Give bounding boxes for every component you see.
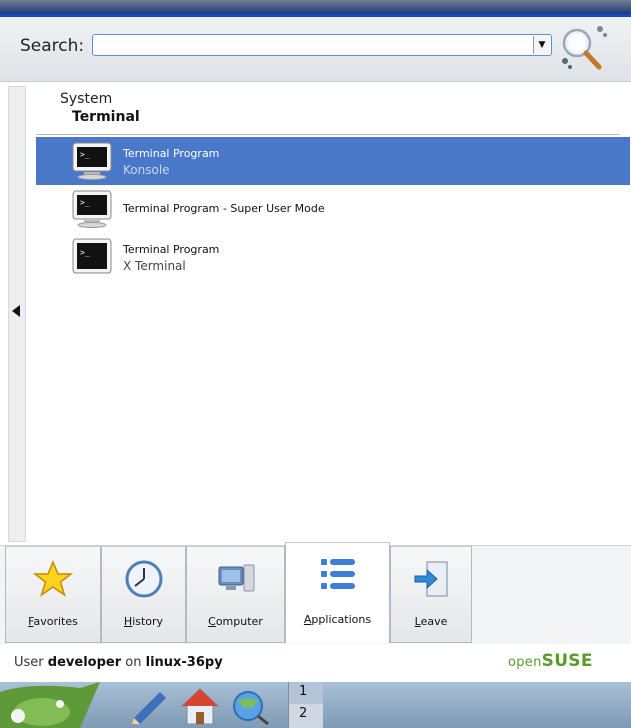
user-status: User developer on linux-36py	[14, 655, 223, 670]
search-input[interactable]	[97, 36, 531, 57]
tab-applications[interactable]: Applications	[285, 542, 390, 643]
list-icon	[320, 559, 355, 589]
magnifier-icon	[562, 26, 607, 70]
status-host: linux-36py	[145, 655, 223, 670]
tab-label: Favorites	[28, 615, 78, 628]
edit-icon[interactable]	[130, 688, 170, 724]
back-button[interactable]	[8, 86, 26, 542]
status-user: developer	[47, 655, 122, 670]
item-sub: Konsole	[123, 163, 170, 177]
tab-favorites[interactable]: Favorites	[5, 546, 101, 643]
terminal-icon: >_	[72, 190, 112, 228]
taskbar: 1 2	[0, 682, 631, 728]
clock-icon	[125, 560, 162, 598]
search-header: Search: ▼	[0, 17, 631, 82]
svg-text:>_: >_	[80, 198, 90, 207]
brand-suse: SUSE	[541, 651, 593, 671]
pager-desktop-1[interactable]: 1	[289, 682, 323, 704]
terminal-icon: >_	[72, 142, 112, 180]
desktop-pager: 1 2	[288, 682, 323, 728]
tab-bar: Favorites History Computer Applications	[0, 542, 631, 644]
chevron-down-icon: ▼	[538, 40, 546, 50]
svg-text:>_: >_	[80, 150, 90, 159]
pager-desktop-2[interactable]: 2	[289, 704, 323, 726]
search-history-dropdown-button[interactable]: ▼	[533, 36, 550, 54]
suse-menu-icon[interactable]	[0, 682, 110, 728]
terminal-icon: >_	[72, 238, 112, 274]
list-item-su-terminal[interactable]: >_ Terminal Program - Super User Mode	[36, 185, 630, 233]
item-sub: X Terminal	[123, 259, 186, 273]
home-icon[interactable]	[180, 686, 220, 726]
tab-history[interactable]: History	[101, 546, 186, 643]
list-item-xterm[interactable]: >_ Terminal Program X Terminal	[36, 233, 630, 281]
status-middle: on	[125, 655, 142, 670]
status-prefix: User	[14, 655, 44, 670]
item-name: Terminal Program	[123, 243, 220, 256]
computer-icon	[218, 564, 254, 592]
breadcrumb-current: Terminal	[72, 109, 140, 125]
opensuse-logo: openSUSE	[508, 651, 593, 671]
back-arrow-icon	[12, 305, 20, 317]
tab-label: History	[123, 615, 164, 628]
globe-icon[interactable]	[230, 686, 270, 726]
leave-icon	[414, 561, 448, 597]
item-name: Terminal Program	[123, 147, 220, 160]
top-strip	[0, 0, 631, 17]
tab-computer[interactable]: Computer	[186, 546, 285, 643]
item-name: Terminal Program - Super User Mode	[123, 202, 325, 215]
list-item-konsole[interactable]: >_ Terminal Program Konsole	[36, 137, 630, 185]
svg-text:>_: >_	[80, 248, 90, 257]
brand-open: open	[508, 655, 542, 670]
star-icon	[33, 560, 73, 597]
tab-label: Computer	[208, 615, 263, 628]
breadcrumb-parent[interactable]: System	[60, 91, 112, 107]
tab-leave[interactable]: Leave	[390, 546, 472, 643]
tab-label: Applications	[303, 613, 372, 626]
search-label: Search:	[20, 36, 85, 56]
divider	[36, 134, 620, 135]
tab-label: Leave	[414, 615, 448, 628]
search-box[interactable]: ▼	[92, 34, 552, 57]
